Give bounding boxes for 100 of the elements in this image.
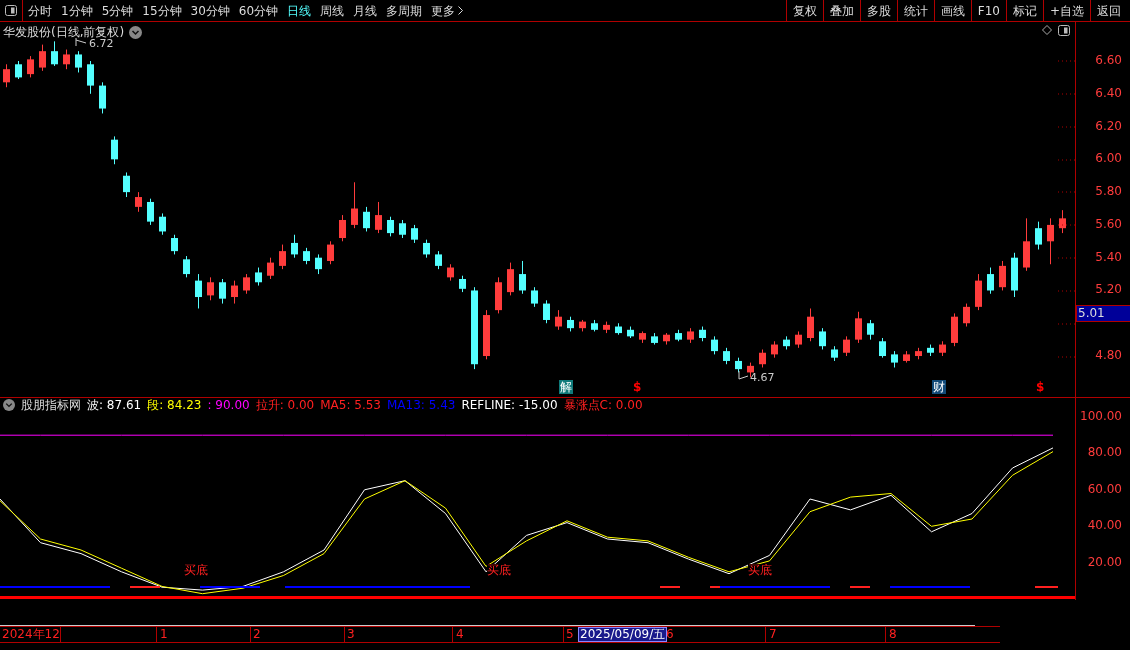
cursor-date-label: 2025/05/09/五 (578, 627, 668, 642)
legend-value: 段: 84.23 (147, 399, 202, 411)
candlestick (99, 81, 106, 114)
candlestick (819, 327, 826, 350)
date-axis-label: 2024年12 (2, 628, 60, 640)
indicator-axis-label: 40.00 (1087, 519, 1122, 532)
toolbar-button[interactable]: 统计 (896, 0, 934, 21)
candlestick (987, 267, 994, 295)
candlestick (231, 280, 238, 305)
candlestick (507, 262, 514, 296)
candlestick (1047, 217, 1054, 265)
indicator-axis-label: 60.00 (1087, 482, 1122, 495)
buy-signal-label: 买底 (748, 564, 772, 576)
candlestick (519, 260, 526, 295)
price-axis-label: 6.20 (1095, 119, 1122, 132)
legend-value: : 90.00 (207, 399, 250, 411)
period-tab[interactable]: 1分钟 (61, 4, 93, 17)
price-axis-label: 6.60 (1095, 54, 1122, 66)
low-price-label: 4.67 (750, 372, 775, 383)
candlestick (51, 40, 58, 67)
legend-value: MA13: 5.43 (387, 399, 456, 411)
high-price-label: 6.72 (89, 38, 114, 49)
candlestick (543, 299, 550, 324)
candlestick (135, 191, 142, 213)
date-axis-label: 8 (889, 628, 897, 640)
buy-signal-label: 买底 (487, 564, 511, 576)
candlestick (327, 240, 334, 265)
candlestick (291, 234, 298, 259)
candlestick (15, 60, 22, 80)
toolbar-button[interactable]: 返回 (1090, 0, 1127, 21)
candlestick (387, 216, 394, 237)
period-tab[interactable]: 日线 (287, 4, 312, 17)
candlestick (1035, 221, 1042, 250)
dividend-mark[interactable]: $ (1036, 380, 1045, 394)
more-button[interactable]: 更多 (431, 4, 464, 17)
candlestick (111, 135, 118, 165)
toolbar-button[interactable]: 多股 (859, 0, 897, 21)
candlestick (351, 181, 358, 229)
candlestick (999, 260, 1006, 291)
dividend-mark[interactable]: $ (633, 380, 642, 394)
indicator-axis-label: 100.00 (1080, 409, 1122, 422)
price-axis-label: 5.20 (1095, 283, 1122, 296)
period-tab[interactable]: 30分钟 (190, 4, 230, 17)
period-tab[interactable]: 15分钟 (142, 4, 182, 17)
candlestick (363, 206, 370, 232)
buy-signal-label: 买底 (184, 564, 208, 576)
candlestick (255, 267, 262, 287)
indicator-axis-label: 20.00 (1087, 555, 1122, 568)
candlestick (147, 198, 154, 226)
legend-value: 暴涨点C: 0.00 (563, 399, 643, 411)
period-tab[interactable]: 多周期 (386, 4, 423, 17)
legend-value: 拉升: 0.00 (255, 399, 315, 411)
date-axis-label: 5 (566, 628, 574, 640)
period-tab[interactable]: 60分钟 (238, 4, 279, 17)
period-tab[interactable]: 分时 (28, 4, 52, 17)
candlestick (195, 273, 202, 309)
price-axis-label: 5.60 (1095, 217, 1122, 230)
price-axis-label: 5.80 (1095, 185, 1122, 198)
candlestick (435, 250, 442, 270)
date-axis-label: 3 (347, 628, 355, 640)
event-badge[interactable]: 财 (932, 380, 946, 394)
toolbar-button[interactable]: +自选 (1042, 0, 1090, 21)
candlestick (843, 335, 850, 357)
toolbar-button[interactable]: 画线 (933, 0, 971, 21)
date-axis-label: 6 (666, 628, 674, 640)
price-axis-label: 6.40 (1095, 86, 1122, 99)
indicator-axis-label: 80.00 (1087, 446, 1122, 459)
date-axis-label: 7 (769, 628, 777, 640)
date-axis-label: 4 (456, 628, 464, 640)
period-tab[interactable]: 月线 (353, 4, 378, 17)
toolbar-button[interactable]: 复权 (785, 0, 823, 21)
period-tab[interactable]: 5分钟 (101, 4, 134, 17)
legend-value: 波: 87.61 (87, 399, 142, 411)
candlestick (855, 311, 862, 344)
date-axis-label: 2 (253, 628, 261, 640)
candlestick (87, 60, 94, 95)
toolbar-button[interactable]: 叠加 (822, 0, 860, 21)
period-tab[interactable]: 周线 (320, 4, 345, 17)
event-badge[interactable]: 解 (559, 380, 573, 394)
toolbar-button[interactable]: 标记 (1005, 0, 1043, 21)
stock-title: 华发股份(日线,前复权) (3, 24, 125, 39)
candlestick (423, 239, 430, 259)
candlestick (39, 44, 46, 72)
current-price-label: 5.01 (1076, 305, 1130, 322)
candlestick (867, 319, 874, 341)
candlestick (531, 286, 538, 308)
candlestick (279, 244, 286, 270)
legend-value: REFLINE: -15.00 (461, 399, 558, 411)
toolbar-button[interactable]: F10 (970, 0, 1006, 21)
indicator-name: 股朋指标网 (21, 399, 81, 411)
candlestick (27, 55, 34, 78)
price-axis-label: 6.00 (1095, 152, 1122, 165)
candlestick (399, 219, 406, 239)
candlestick (759, 348, 766, 368)
legend-value: MA5: 5.53 (320, 399, 381, 411)
candlestick (375, 201, 382, 234)
candlestick (339, 214, 346, 242)
candlestick (219, 278, 226, 305)
candlestick (171, 234, 178, 255)
candlestick (807, 307, 814, 342)
